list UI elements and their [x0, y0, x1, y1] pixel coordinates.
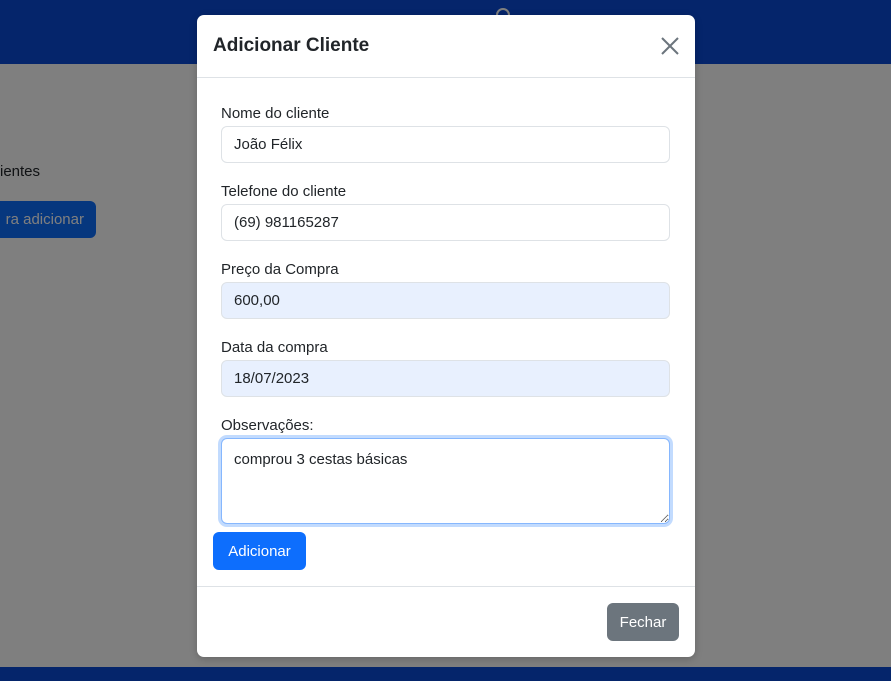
- notes-label: Observações:: [221, 417, 314, 434]
- modal-title: Adicionar Cliente: [213, 35, 370, 56]
- purchase-price-input[interactable]: [221, 282, 670, 319]
- close-button[interactable]: [659, 35, 681, 57]
- purchase-date-label: Data da compra: [221, 339, 328, 356]
- client-name-label: Nome do cliente: [221, 105, 330, 122]
- close-modal-button[interactable]: Fechar: [607, 603, 679, 641]
- purchase-price-label: Preço da Compra: [221, 261, 339, 278]
- client-name-input[interactable]: [221, 126, 670, 163]
- client-phone-label: Telefone do cliente: [221, 183, 347, 200]
- close-icon: [661, 37, 679, 55]
- modal-header: Adicionar Cliente: [197, 15, 695, 78]
- add-client-modal: Adicionar Cliente Nome do cliente Telefo…: [197, 15, 695, 657]
- notes-textarea[interactable]: comprou 3 cestas básicas: [221, 438, 670, 524]
- client-phone-input[interactable]: [221, 204, 670, 241]
- purchase-date-input[interactable]: [221, 360, 670, 397]
- add-button[interactable]: Adicionar: [213, 532, 306, 570]
- modal-footer: Fechar: [197, 586, 695, 658]
